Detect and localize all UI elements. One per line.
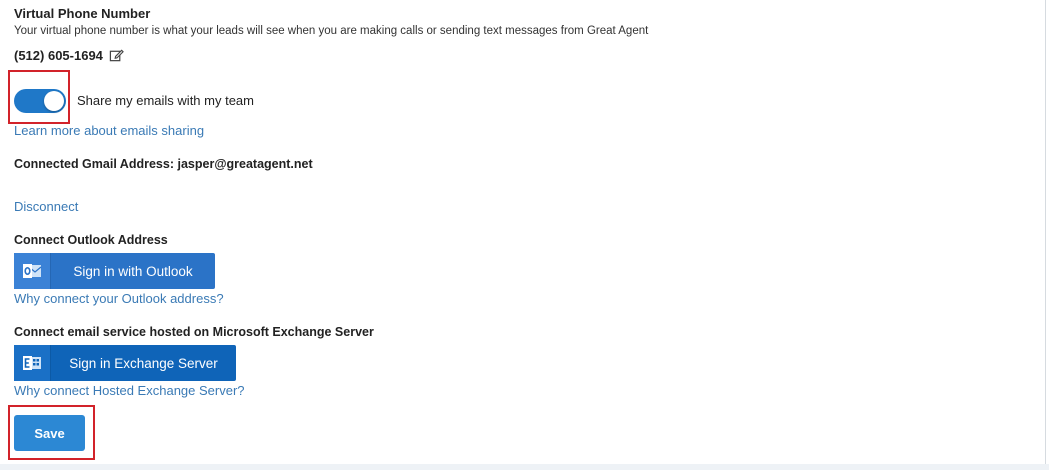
- share-emails-toggle[interactable]: [14, 89, 66, 113]
- connected-gmail-label: Connected Gmail Address:: [14, 157, 174, 171]
- connected-gmail-row: Connected Gmail Address: jasper@greatage…: [14, 157, 313, 171]
- connect-outlook-title: Connect Outlook Address: [14, 233, 168, 247]
- why-connect-exchange-link[interactable]: Why connect Hosted Exchange Server?: [14, 383, 245, 398]
- connected-gmail-address: jasper@greatagent.net: [177, 157, 313, 171]
- bottom-strip: [0, 464, 1049, 470]
- why-connect-outlook-link[interactable]: Why connect your Outlook address?: [14, 291, 224, 306]
- outlook-icon: [14, 253, 51, 289]
- virtual-phone-number: (512) 605-1694: [14, 48, 103, 63]
- learn-more-emails-sharing-link[interactable]: Learn more about emails sharing: [14, 123, 204, 138]
- save-button[interactable]: Save: [14, 415, 85, 451]
- share-emails-label: Share my emails with my team: [77, 93, 254, 108]
- edit-icon[interactable]: [109, 48, 124, 63]
- toggle-knob: [44, 91, 64, 111]
- sign-in-outlook-button[interactable]: Sign in with Outlook: [14, 253, 215, 289]
- disconnect-link[interactable]: Disconnect: [14, 199, 78, 214]
- sign-in-outlook-label: Sign in with Outlook: [73, 263, 193, 279]
- virtual-phone-row: (512) 605-1694: [14, 48, 124, 63]
- sign-in-exchange-label: Sign in Exchange Server: [69, 355, 218, 371]
- exchange-icon: [14, 345, 51, 381]
- sign-in-exchange-button[interactable]: Sign in Exchange Server: [14, 345, 236, 381]
- virtual-phone-description: Your virtual phone number is what your l…: [14, 25, 649, 37]
- connect-exchange-title: Connect email service hosted on Microsof…: [14, 325, 374, 339]
- virtual-phone-title: Virtual Phone Number: [14, 6, 151, 21]
